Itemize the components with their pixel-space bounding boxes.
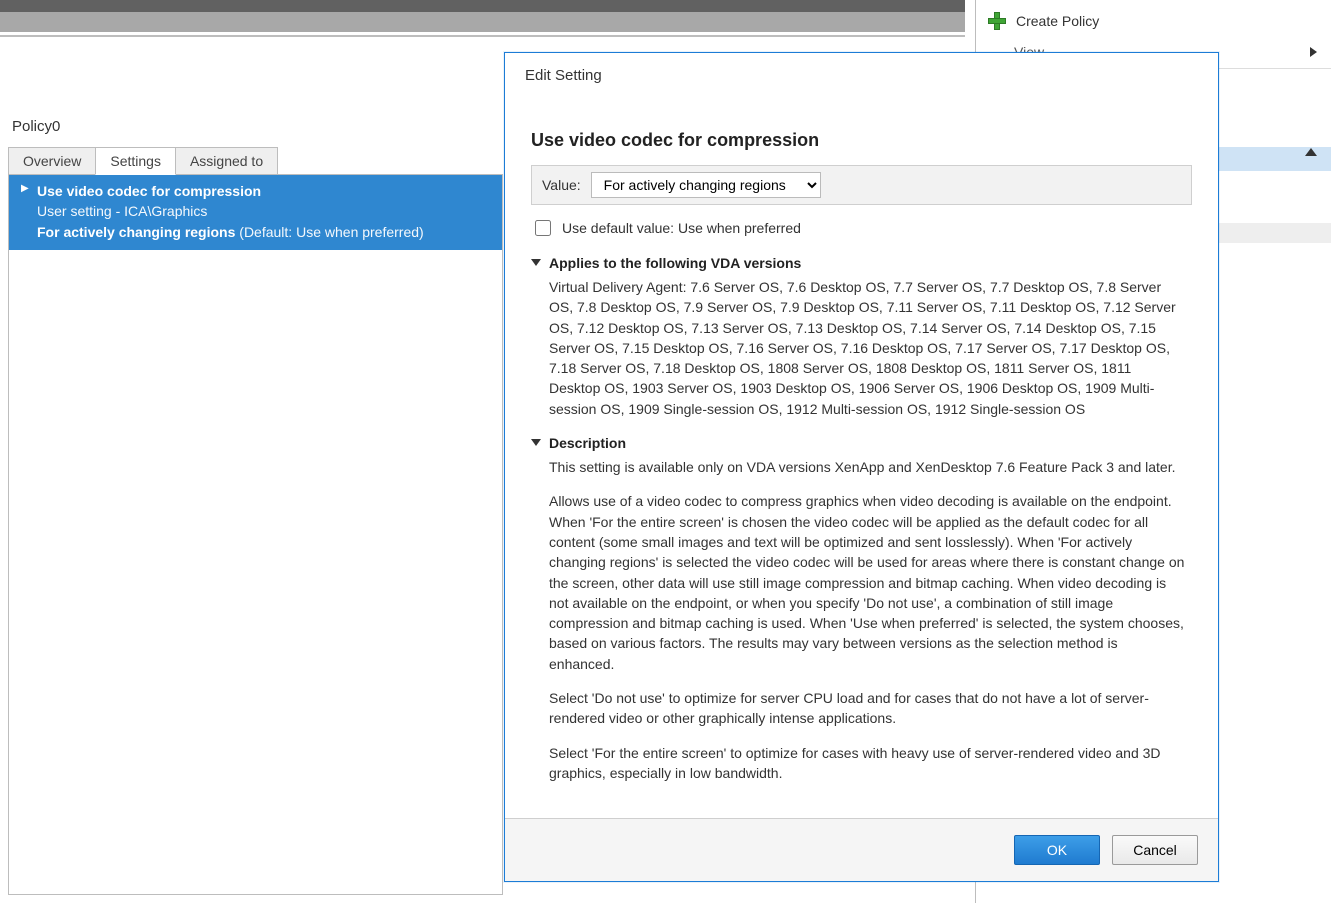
use-default-label: Use default value: Use when preferred — [562, 220, 801, 236]
tab-overview[interactable]: Overview — [8, 147, 96, 174]
value-select[interactable]: For actively changing regionsFor the ent… — [591, 172, 821, 198]
cancel-button[interactable]: Cancel — [1112, 835, 1198, 865]
setting-path: User setting - ICA\Graphics — [37, 201, 492, 221]
description-p4: Select 'For the entire screen' to optimi… — [549, 743, 1186, 784]
details-scroll[interactable]: Applies to the following VDA versions Vi… — [531, 249, 1192, 808]
edit-setting-dialog: Edit Setting Use video codec for compres… — [504, 52, 1219, 882]
tab-assigned-to[interactable]: Assigned to — [175, 147, 278, 174]
setting-heading: Use video codec for compression — [531, 130, 1192, 151]
window-titlebar — [0, 0, 965, 12]
dialog-footer: OK Cancel — [505, 818, 1218, 881]
description-header[interactable]: Description — [531, 435, 1186, 451]
window-border — [0, 35, 965, 37]
description-p1: This setting is available only on VDA ve… — [549, 457, 1186, 477]
tab-bar: Overview Settings Assigned to — [8, 147, 503, 175]
tab-settings[interactable]: Settings — [95, 147, 176, 175]
plus-icon — [988, 12, 1006, 30]
description-body: This setting is available only on VDA ve… — [549, 457, 1186, 783]
create-policy-action[interactable]: Create Policy — [976, 0, 1331, 40]
window-toolbar — [0, 12, 965, 32]
policy-name: Policy0 — [8, 38, 503, 147]
settings-list: ▶ Use video codec for compression User s… — [8, 175, 503, 895]
setting-default-prefix: (Default: — [235, 224, 296, 240]
applies-to-body: Virtual Delivery Agent: 7.6 Server OS, 7… — [549, 277, 1186, 419]
dialog-title: Edit Setting — [505, 53, 1218, 98]
dialog-body: Use video codec for compression Value: F… — [505, 98, 1218, 818]
policy-pane: Policy0 Overview Settings Assigned to ▶ … — [8, 38, 503, 895]
use-default-checkbox[interactable] — [535, 220, 551, 236]
setting-default-suffix: ) — [419, 224, 424, 240]
setting-row-selected[interactable]: ▶ Use video codec for compression User s… — [9, 175, 502, 250]
chevron-right-icon: ▶ — [21, 182, 29, 197]
value-row: Value: For actively changing regionsFor … — [531, 165, 1192, 205]
collapse-up-icon[interactable] — [1305, 148, 1317, 156]
description-p3: Select 'Do not use' to optimize for serv… — [549, 688, 1186, 729]
chevron-right-icon — [1310, 47, 1317, 57]
use-default-row: Use default value: Use when preferred — [531, 205, 1192, 249]
setting-name: Use video codec for compression — [37, 181, 492, 201]
create-policy-label: Create Policy — [1016, 13, 1099, 29]
ok-button[interactable]: OK — [1014, 835, 1100, 865]
description-p2: Allows use of a video codec to compress … — [549, 491, 1186, 674]
setting-value: For actively changing regions — [37, 224, 235, 240]
setting-default-value: Use when preferred — [296, 224, 419, 240]
value-label: Value: — [542, 177, 581, 193]
applies-to-header[interactable]: Applies to the following VDA versions — [531, 255, 1186, 271]
